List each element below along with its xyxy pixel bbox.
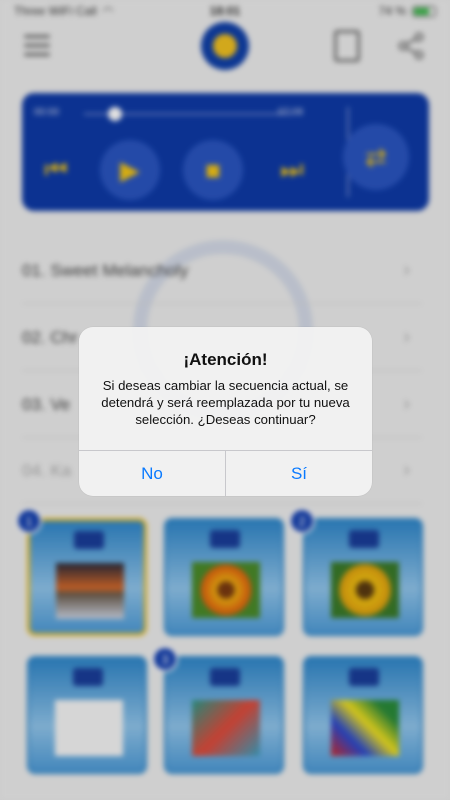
confirmation-dialog: ¡Atención! Si deseas cambiar la secuenci… xyxy=(79,327,372,496)
dialog-title: ¡Atención! xyxy=(183,350,268,369)
yes-button[interactable]: Sí xyxy=(225,451,372,496)
dialog-buttons: No Sí xyxy=(79,450,372,496)
no-button[interactable]: No xyxy=(79,451,225,496)
dialog-message: Si deseas cambiar la secuencia actual, s… xyxy=(101,378,350,427)
